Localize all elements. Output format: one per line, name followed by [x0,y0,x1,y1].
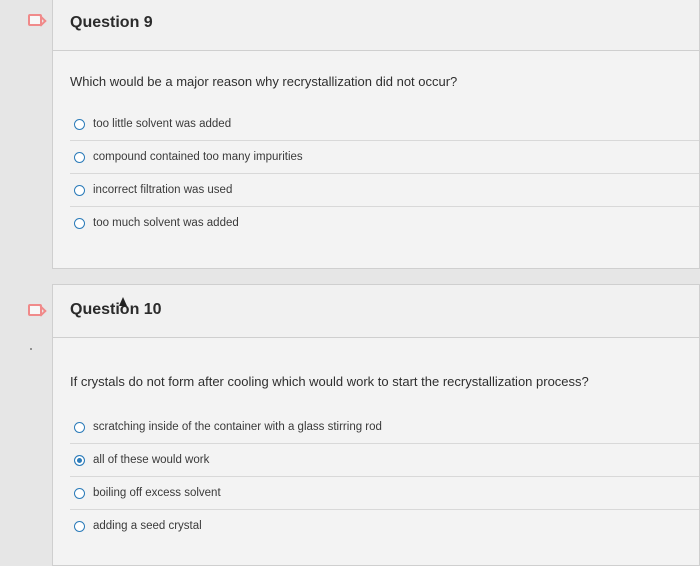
question-title: Question 10 [70,301,162,318]
radio-button[interactable] [74,118,85,130]
answer-label: too much solvent was added [93,217,239,229]
radio-button[interactable] [74,487,85,499]
answer-option[interactable]: compound contained too many impurities [70,140,699,173]
radio-button[interactable] [74,151,85,163]
question-header: Question 9 [53,0,699,51]
flag-question-icon[interactable] [28,14,42,26]
answer-list: too little solvent was added compound co… [70,108,699,239]
answer-label: compound contained too many impurities [93,151,303,163]
answer-option[interactable]: too little solvent was added [70,108,699,140]
question-card-10: Question 10 If crystals do not form afte… [52,284,700,566]
radio-button[interactable] [74,421,85,433]
question-title: Question 9 [70,14,153,31]
flag-question-icon[interactable] [28,304,42,316]
answer-label: all of these would work [93,454,210,466]
radio-button-selected[interactable] [74,454,85,466]
question-text: If crystals do not form after cooling wh… [70,374,589,389]
answer-label: adding a seed crystal [93,520,202,532]
answer-option[interactable]: scratching inside of the container with … [70,411,699,443]
answer-option[interactable]: too much solvent was added [70,206,699,239]
answer-option[interactable]: all of these would work [70,443,699,476]
radio-button[interactable] [74,520,85,532]
answer-label: boiling off excess solvent [93,487,221,499]
radio-button[interactable] [74,184,85,196]
answer-option[interactable]: adding a seed crystal [70,509,699,542]
answer-label: too little solvent was added [93,118,232,130]
question-card-9: Question 9 Which would be a major reason… [52,0,700,269]
answer-option[interactable]: boiling off excess solvent [70,476,699,509]
mouse-cursor-icon [119,297,127,306]
radio-button[interactable] [74,217,85,229]
answer-label: scratching inside of the container with … [93,421,382,433]
answer-list: scratching inside of the container with … [70,411,699,542]
answer-label: incorrect filtration was used [93,184,233,196]
marker-dot [30,348,32,350]
answer-option[interactable]: incorrect filtration was used [70,173,699,206]
question-text: Which would be a major reason why recrys… [70,74,458,89]
question-header: Question 10 [53,285,699,338]
